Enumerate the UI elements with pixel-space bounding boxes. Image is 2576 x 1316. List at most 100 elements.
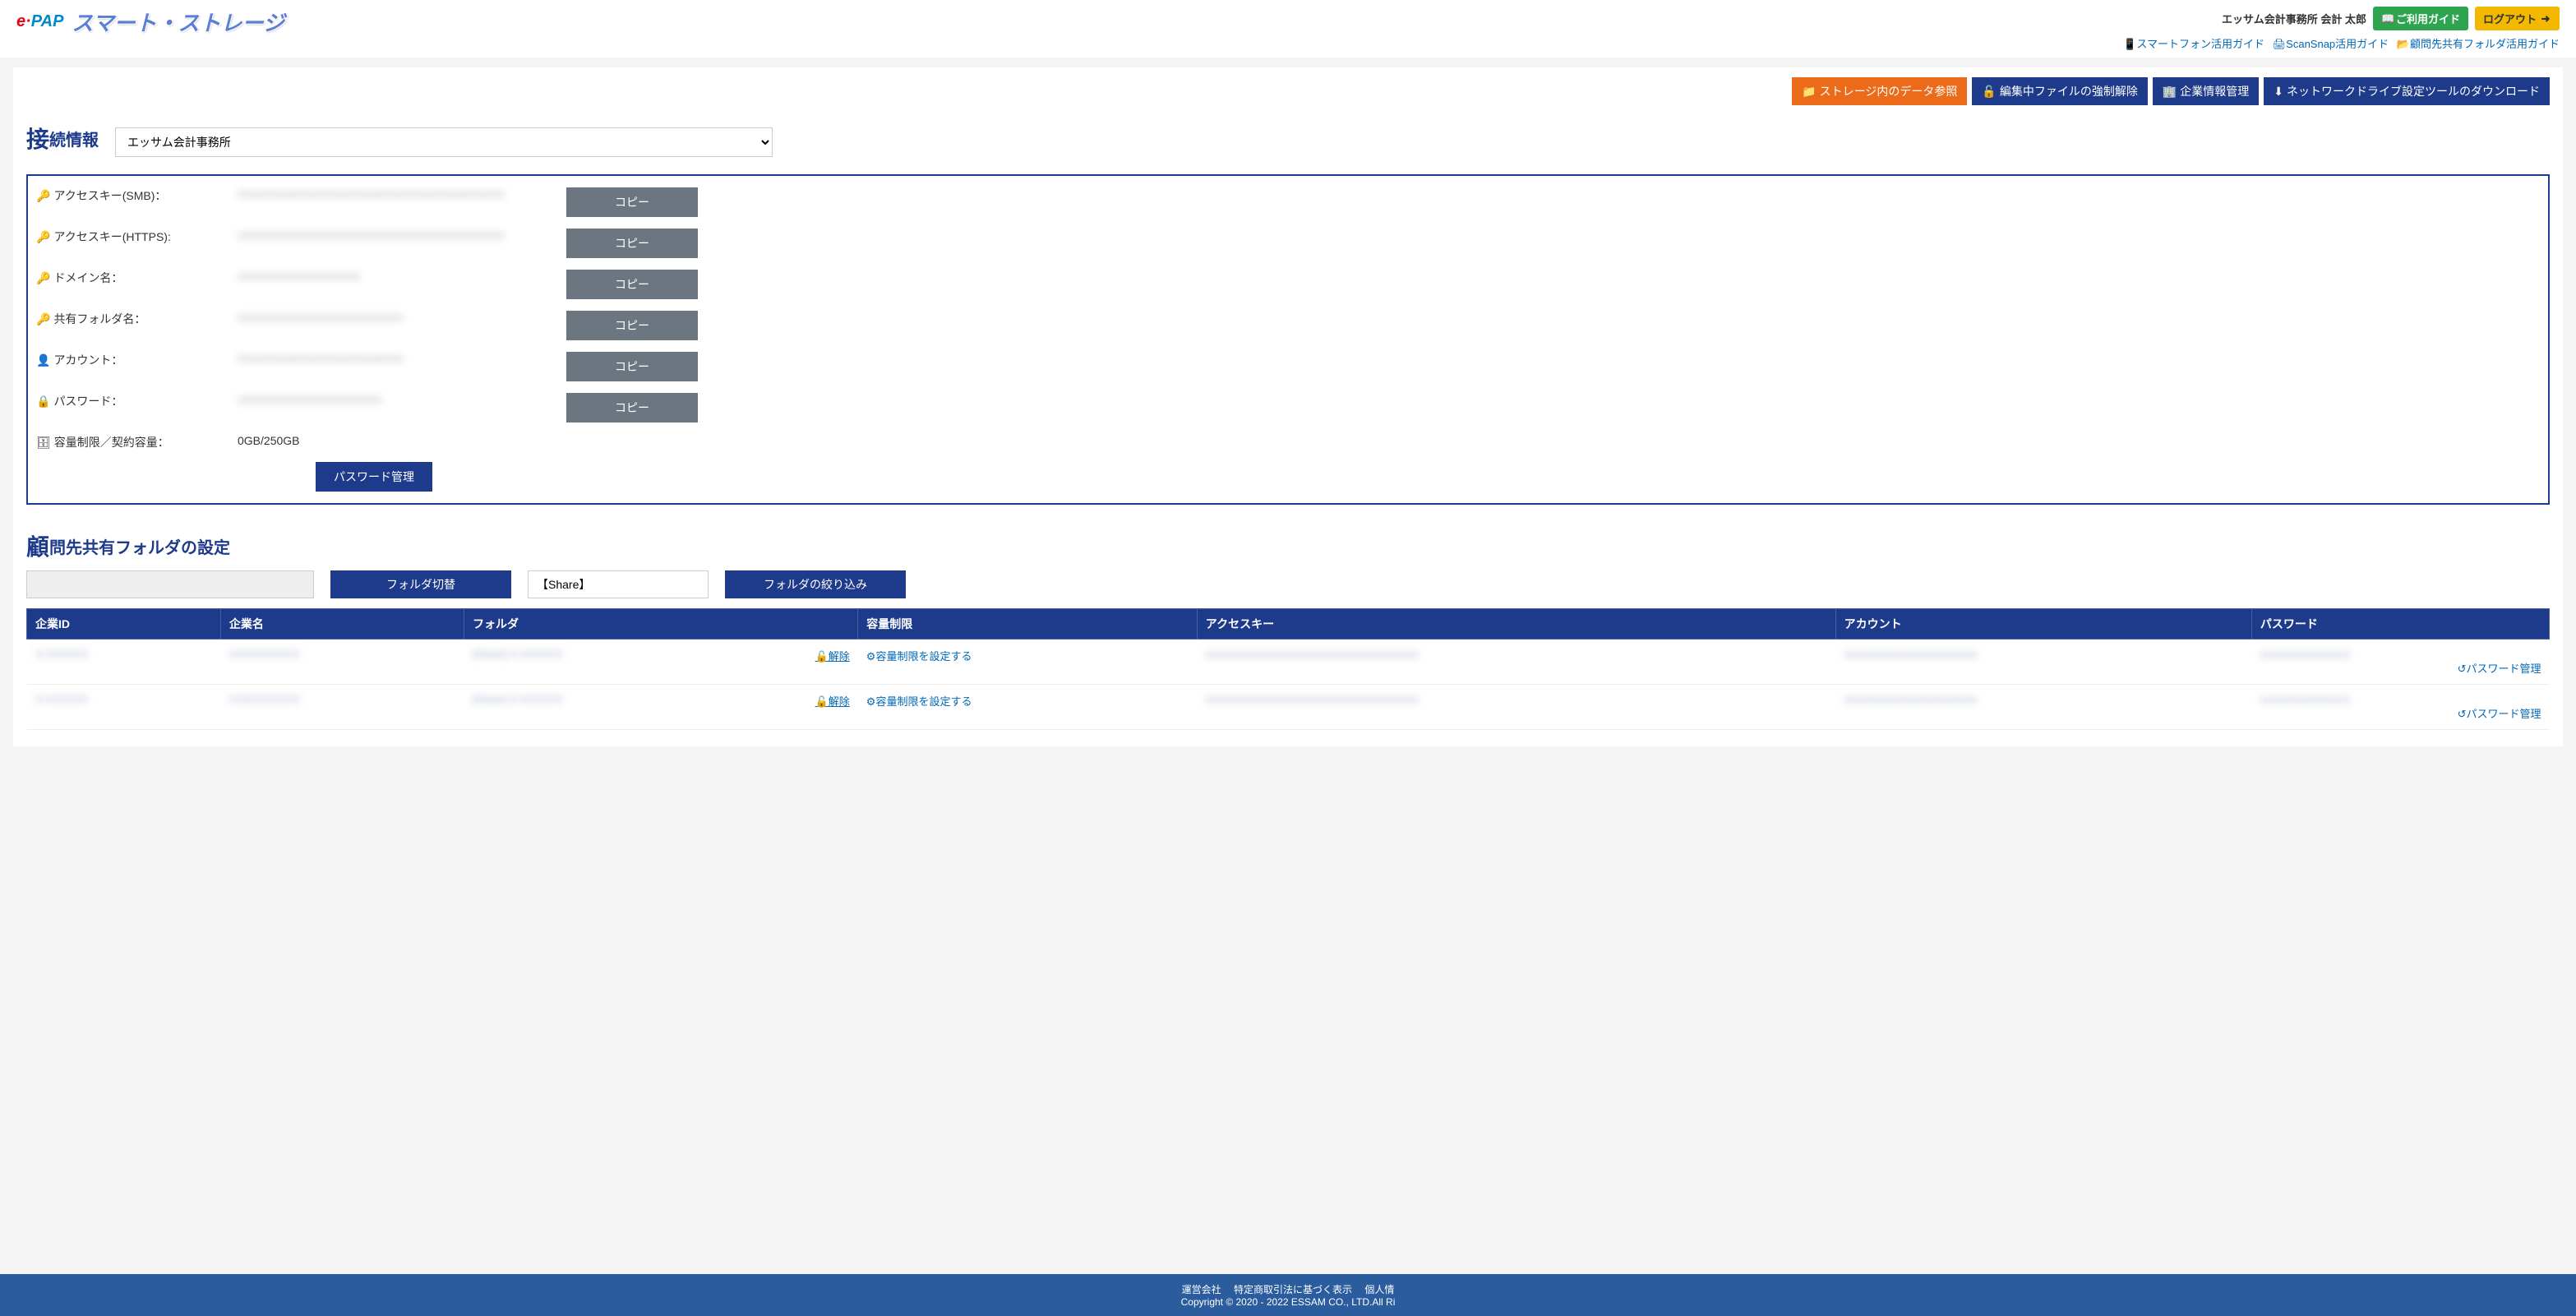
phone-icon: 📱 bbox=[2123, 38, 2136, 50]
folder-input[interactable] bbox=[26, 570, 314, 598]
unlock-icon: 🔓 bbox=[815, 650, 829, 663]
logo-e: e· bbox=[16, 12, 31, 30]
share-input[interactable] bbox=[528, 570, 709, 598]
company-mgmt-button[interactable]: 🏢 企業情報管理 bbox=[2153, 77, 2259, 105]
header-right: エッサム会計事務所 会計 太郎 📖 ご利用ガイド ログアウト ➜ 📱スマートフォ… bbox=[2118, 7, 2560, 51]
office-select[interactable]: エッサム会計事務所 bbox=[115, 127, 773, 157]
logout-icon: ➜ bbox=[2540, 12, 2551, 25]
guide-button[interactable]: 📖 ご利用ガイド bbox=[2373, 7, 2468, 30]
copy-password-button[interactable]: コピー bbox=[566, 393, 698, 423]
cell-access-key: xxxxxxxxxxxxxxxxxxxxxxxxxxxxxxxxxxxxxxxx bbox=[1205, 693, 1419, 705]
capacity-setting-link[interactable]: ⚙容量制限を設定する bbox=[866, 650, 972, 663]
release-link[interactable]: 🔓解除 bbox=[815, 648, 850, 663]
label-account: アカウント： bbox=[53, 352, 122, 368]
building-icon: 🏢 bbox=[2163, 85, 2177, 99]
folder-switch-button[interactable]: フォルダ切替 bbox=[330, 570, 511, 598]
value-smb: xxxxxxxxxxxxxxxxxxxxxxxxxxxxxxxxxxxxxxxx… bbox=[238, 187, 566, 200]
copy-https-button[interactable]: コピー bbox=[566, 229, 698, 258]
copy-shared-folder-button[interactable]: コピー bbox=[566, 311, 698, 340]
capacity-setting-link[interactable]: ⚙容量制限を設定する bbox=[866, 695, 972, 708]
cell-access-key: xxxxxxxxxxxxxxxxxxxxxxxxxxxxxxxxxxxxxxxx bbox=[1205, 648, 1419, 660]
network-tool-button[interactable]: ⬇ ネットワークドライブ設定ツールのダウンロード bbox=[2264, 77, 2550, 105]
value-capacity: 0GB/250GB bbox=[238, 434, 566, 447]
storage-browse-button[interactable]: 📁 ストレージ内のデータ参照 bbox=[1792, 77, 1967, 105]
cell-company-name: XXXXXXXXXX bbox=[229, 693, 300, 705]
copy-account-button[interactable]: コピー bbox=[566, 352, 698, 381]
row-capacity: 🗄容量制限／契約容量： 0GB/250GB bbox=[36, 434, 2540, 450]
copy-smb-button[interactable]: コピー bbox=[566, 187, 698, 217]
cell-account: xxxxxxxxxxxxxxxxxxxxxxxxx bbox=[1844, 693, 1978, 705]
gear-icon: ⚙ bbox=[866, 650, 876, 663]
th-account: アカウント bbox=[1835, 609, 2251, 640]
row-domain: 🔑ドメイン名： xxxxxxxxxxxxxxxxxxxxxxx コピー bbox=[36, 270, 2540, 299]
header: e·PAP スマート・ストレージ エッサム会計事務所 会計 太郎 📖 ご利用ガイ… bbox=[0, 0, 2576, 58]
smartphone-guide-link[interactable]: 📱スマートフォン活用ガイド bbox=[2123, 38, 2264, 50]
logo-epap: e·PAP bbox=[16, 12, 63, 31]
force-unlock-label: 編集中ファイルの強制解除 bbox=[2000, 83, 2138, 99]
header-links: 📱スマートフォン活用ガイド 🖨ScanSnap活用ガイド 📂顧問先共有フォルダ活… bbox=[2118, 35, 2560, 51]
label-shared-folder: 共有フォルダ名： bbox=[53, 311, 145, 327]
th-capacity: 容量制限 bbox=[858, 609, 1197, 640]
table-row: X-XXXXXX XXXXXXXXXX [Share] X-XXXXXX 🔓解除… bbox=[27, 640, 2550, 685]
footer-copyright: Copyright © 2020 - 2022 ESSAM CO., LTD.A… bbox=[0, 1296, 2576, 1308]
db-icon: 🗄 bbox=[36, 436, 51, 450]
force-unlock-button[interactable]: 🔓 編集中ファイルの強制解除 bbox=[1972, 77, 2147, 105]
footer-privacy-link[interactable]: 個人情 bbox=[1364, 1284, 1394, 1295]
logo: e·PAP スマート・ストレージ bbox=[16, 7, 284, 37]
guide-button-label: ご利用ガイド bbox=[2396, 11, 2460, 26]
logout-button[interactable]: ログアウト ➜ bbox=[2475, 7, 2560, 30]
logo-title: スマート・ストレージ bbox=[72, 7, 284, 37]
release-link[interactable]: 🔓解除 bbox=[815, 693, 850, 709]
undo-icon: ↺ bbox=[2458, 663, 2467, 675]
network-tool-label: ネットワークドライブ設定ツールのダウンロード bbox=[2287, 83, 2540, 99]
scansnap-guide-link[interactable]: 🖨ScanSnap活用ガイド bbox=[2273, 38, 2389, 50]
password-mgmt-link[interactable]: ↺パスワード管理 bbox=[2458, 708, 2541, 720]
share-icon: 📂 bbox=[2397, 38, 2410, 50]
folder-icon: 📁 bbox=[1802, 85, 1816, 99]
row-shared-folder: 🔑共有フォルダ名： xxxxxxxxxxxxxxxxxxxxxxxxxxxxxx… bbox=[36, 311, 2540, 340]
th-access-key: アクセスキー bbox=[1197, 609, 1835, 640]
value-domain: xxxxxxxxxxxxxxxxxxxxxxx bbox=[238, 270, 566, 282]
folder-table: 企業ID 企業名 フォルダ 容量制限 アクセスキー アカウント パスワード X-… bbox=[26, 608, 2550, 730]
copy-domain-button[interactable]: コピー bbox=[566, 270, 698, 299]
gear-icon: ⚙ bbox=[866, 695, 876, 708]
password-mgmt-button[interactable]: パスワード管理 bbox=[316, 462, 432, 492]
row-smb: 🔑アクセスキー(SMB)： xxxxxxxxxxxxxxxxxxxxxxxxxx… bbox=[36, 187, 2540, 217]
table-row: X-XXXXXX XXXXXXXXXX [Share] X-XXXXXX 🔓解除… bbox=[27, 685, 2550, 730]
row-password: 🔒パスワード： xxxxxxxxxxxxxxxxxxxxxxxxxxx コピー bbox=[36, 393, 2540, 423]
cell-company-id: X-XXXXXX bbox=[35, 693, 89, 705]
value-password: xxxxxxxxxxxxxxxxxxxxxxxxxxx bbox=[238, 393, 566, 405]
th-company-name: 企業名 bbox=[220, 609, 464, 640]
main-content: 📁 ストレージ内のデータ参照 🔓 編集中ファイルの強制解除 🏢 企業情報管理 ⬇… bbox=[13, 67, 2563, 746]
connection-title: 接続情報 bbox=[26, 122, 99, 155]
toolbar: 📁 ストレージ内のデータ参照 🔓 編集中ファイルの強制解除 🏢 企業情報管理 ⬇… bbox=[26, 77, 2550, 105]
unlock-icon: 🔓 bbox=[1982, 85, 1996, 99]
user-name: エッサム会計事務所 会計 太郎 bbox=[2222, 11, 2366, 26]
storage-browse-label: ストレージ内のデータ参照 bbox=[1820, 83, 1958, 99]
logo-pap: PAP bbox=[31, 12, 64, 30]
undo-icon: ↺ bbox=[2458, 708, 2467, 720]
th-folder: フォルダ bbox=[464, 609, 857, 640]
password-mgmt-link[interactable]: ↺パスワード管理 bbox=[2458, 663, 2541, 675]
cell-company-id: X-XXXXXX bbox=[35, 648, 89, 660]
cell-folder: [Share] X-XXXXXX bbox=[472, 693, 563, 705]
th-company-id: 企業ID bbox=[27, 609, 221, 640]
key-icon: 🔑 bbox=[36, 271, 50, 285]
cell-company-name: XXXXXXXXXX bbox=[229, 648, 300, 660]
cell-password: xxxxxxxxxxxxxxxxx bbox=[2260, 648, 2351, 660]
label-capacity: 容量制限／契約容量： bbox=[54, 434, 169, 450]
footer-operator-link[interactable]: 運営会社 bbox=[1182, 1284, 1221, 1295]
row-account: 👤アカウント： xxxxxxxxxxxxxxxxxxxxxxxxxxxxxxx … bbox=[36, 352, 2540, 381]
key-icon: 🔑 bbox=[36, 230, 50, 244]
connection-info-box: 🔑アクセスキー(SMB)： xxxxxxxxxxxxxxxxxxxxxxxxxx… bbox=[26, 174, 2550, 505]
th-password: パスワード bbox=[2251, 609, 2549, 640]
label-smb: アクセスキー(SMB)： bbox=[53, 187, 166, 204]
cell-password: xxxxxxxxxxxxxxxxx bbox=[2260, 693, 2351, 705]
label-https: アクセスキー(HTTPS): bbox=[53, 229, 170, 245]
footer-commerce-link[interactable]: 特定商取引法に基づく表示 bbox=[1234, 1284, 1352, 1295]
company-mgmt-label: 企業情報管理 bbox=[2180, 83, 2249, 99]
cell-account: xxxxxxxxxxxxxxxxxxxxxxxxx bbox=[1844, 648, 1978, 660]
shared-folder-guide-link[interactable]: 📂顧問先共有フォルダ活用ガイド bbox=[2397, 38, 2560, 50]
folder-filter-button[interactable]: フォルダの絞り込み bbox=[725, 570, 906, 598]
key-icon: 🔑 bbox=[36, 312, 50, 326]
